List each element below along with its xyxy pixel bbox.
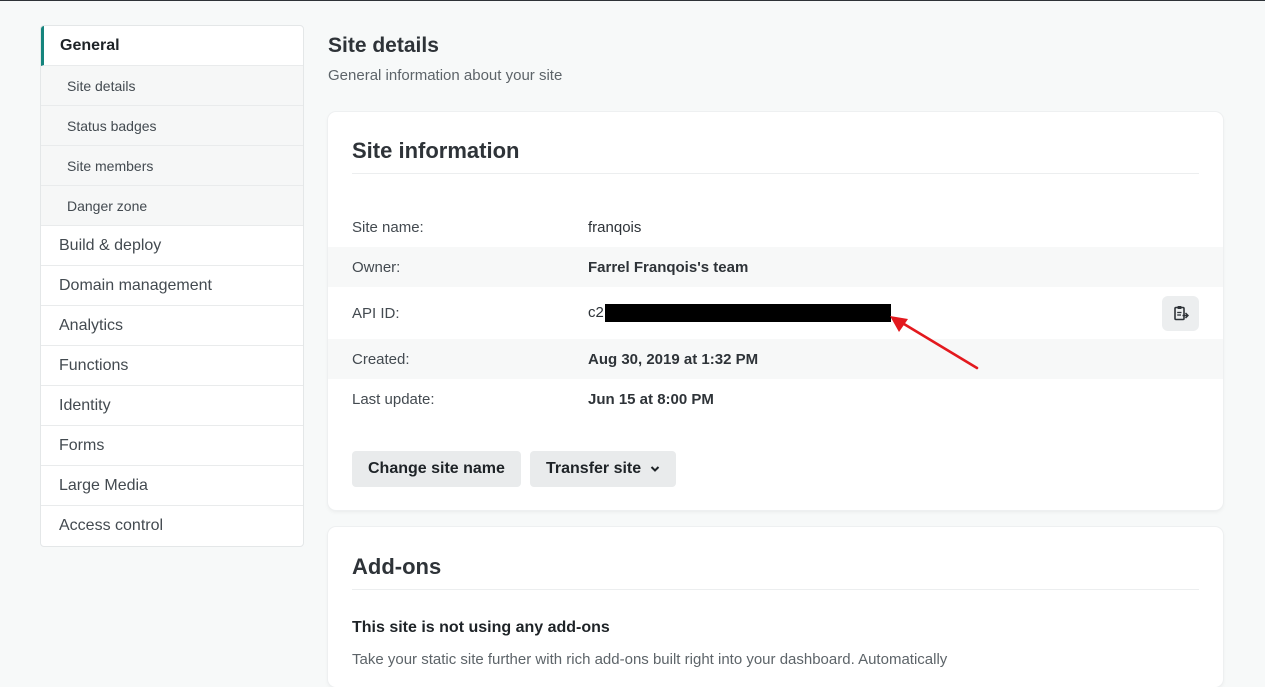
top-border (0, 0, 1265, 1)
divider (352, 589, 1199, 590)
api-id-value: c2 (588, 303, 891, 323)
page-subtitle: General information about your site (328, 67, 563, 84)
sidebar-item-access-control[interactable]: Access control (41, 506, 303, 546)
settings-sidebar: General Site details Status badges Site … (40, 25, 304, 547)
change-site-name-button[interactable]: Change site name (352, 451, 521, 487)
add-ons-card: Add-ons This site is not using any add-o… (328, 527, 1223, 687)
annotation-arrow-icon (890, 316, 979, 370)
sidebar-item-identity[interactable]: Identity (41, 386, 303, 426)
sidebar-item-general[interactable]: General (41, 26, 303, 66)
info-label: API ID: (352, 304, 400, 322)
sidebar-subitem-danger-zone[interactable]: Danger zone (41, 186, 303, 226)
sidebar-subitem-site-members[interactable]: Site members (41, 146, 303, 186)
divider (352, 173, 1199, 174)
info-label: Created: (352, 350, 410, 368)
api-id-prefix: c2 (588, 303, 604, 321)
card-title: Site information (352, 138, 520, 163)
sidebar-item-build-deploy[interactable]: Build & deploy (41, 226, 303, 266)
site-information-card: Site information Site name: franqois Own… (328, 112, 1223, 510)
site-name-value: franqois (588, 218, 642, 236)
info-row-api-id: API ID: c2 (328, 287, 1223, 339)
chevron-down-icon (650, 465, 660, 473)
sidebar-item-analytics[interactable]: Analytics (41, 306, 303, 346)
info-label: Site name: (352, 218, 424, 236)
card-title: Add-ons (352, 554, 442, 579)
info-label: Last update: (352, 390, 435, 408)
sidebar-item-functions[interactable]: Functions (41, 346, 303, 386)
info-row-created: Created: Aug 30, 2019 at 1:32 PM (328, 339, 1223, 379)
info-label: Owner: (352, 258, 401, 276)
page-title: Site details (328, 34, 439, 57)
info-row-owner: Owner: Farrel Franqois's team (328, 247, 1223, 287)
sidebar-item-domain-management[interactable]: Domain management (41, 266, 303, 306)
transfer-site-button[interactable]: Transfer site (530, 451, 677, 487)
created-value: Aug 30, 2019 at 1:32 PM (588, 350, 759, 368)
owner-value: Farrel Franqois's team (588, 258, 749, 276)
sidebar-subitem-status-badges[interactable]: Status badges (41, 106, 303, 146)
change-site-name-label: Change site name (368, 460, 505, 477)
sidebar-item-forms[interactable]: Forms (41, 426, 303, 466)
info-row-site-name: Site name: franqois (328, 207, 1223, 247)
sidebar-item-large-media[interactable]: Large Media (41, 466, 303, 506)
redaction-bar (604, 304, 891, 323)
sidebar-subitem-site-details[interactable]: Site details (41, 66, 303, 106)
copy-api-id-button[interactable] (1162, 295, 1199, 331)
clipboard-icon (1173, 306, 1189, 321)
last-update-value: Jun 15 at 8:00 PM (588, 390, 714, 408)
info-row-last-update: Last update: Jun 15 at 8:00 PM (328, 379, 1223, 419)
transfer-site-label: Transfer site (546, 460, 642, 477)
addons-heading: This site is not using any add-ons (352, 619, 610, 636)
